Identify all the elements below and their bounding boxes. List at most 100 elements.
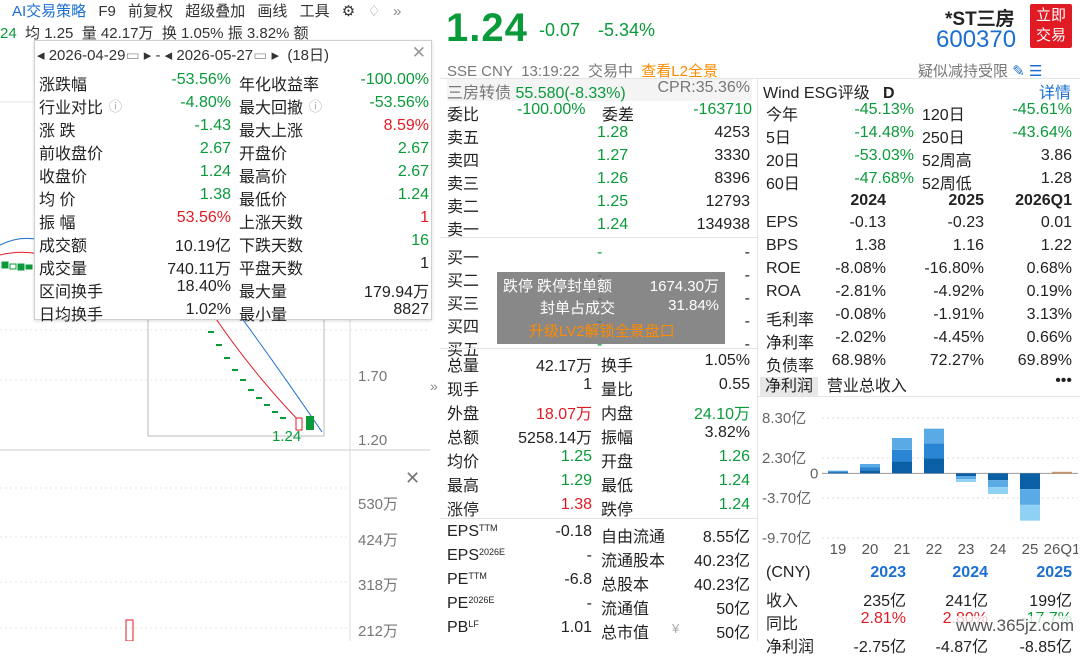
overlay-button[interactable]: 超级叠加 [185,3,245,20]
annual-value: 235亿 [863,593,906,610]
fund-label-sup: TTM [468,571,487,581]
stat-label: 开盘价 [239,146,288,163]
profit-bar [828,470,848,472]
fund-value: 40.23亿 [693,577,750,594]
close-volume-icon[interactable]: ✕ [405,468,420,489]
calendar-icon[interactable]: ▭ [125,47,139,64]
return-label: 60日 [766,176,800,193]
annual-label: 同比 [766,616,799,633]
help-icon[interactable]: ⓘ [309,96,322,115]
esg-detail-link[interactable]: 详情 [1039,79,1071,103]
profit-bar [892,449,912,462]
stat-label: 行业对比 [39,100,104,117]
ask-row[interactable]: 卖二 1.25 12793 [447,193,752,216]
profit-bar [956,473,976,477]
return-label: 52周高 [922,153,972,170]
level-volume: - [744,267,750,284]
trade-now-button[interactable]: 立即交易 [1030,4,1072,48]
fin-value: 3.13% [1026,306,1072,323]
next-end-arrow[interactable]: ▸ [271,47,279,64]
bar-x-label: 21 [894,541,911,558]
tools-button[interactable]: 工具 [300,3,330,20]
profit-bar [828,471,848,473]
fin-value: 68.98% [831,352,886,369]
ask-row[interactable]: 卖三 1.26 8396 [447,170,752,193]
range-stat-row: 成交额 10.19亿 下跌天数 16 [39,232,429,255]
fin-value: -1.91% [933,306,984,323]
draw-line-button[interactable]: 画线 [257,3,287,20]
bar-x-label: 24 [990,541,1007,558]
bell-icon[interactable]: ♢ [367,3,380,20]
level-label: 买二 [447,273,480,290]
stat-label: 涨跌幅 [39,77,88,94]
stat-value: 1.24 [718,496,750,513]
stat-value: -100.00% [360,71,430,88]
stat-value: 1.24 [397,186,429,203]
close-popup-icon[interactable]: ✕ [412,43,426,63]
prev-start-arrow[interactable]: ◂ [37,47,45,64]
profit-bar [892,461,912,474]
range-stat-row: 前收盘价 2.67 开盘价 2.67 [39,140,429,163]
stat-label: 最大回撤 [239,100,304,117]
tab-net-profit[interactable]: 净利润 [760,377,819,396]
ai-strategy-button[interactable]: AI交易策略 [12,3,86,20]
stat-label: 振幅 [601,430,634,447]
bar-x-label: 19 [830,541,847,558]
fund-label: 总股本 [601,577,650,594]
end-date[interactable]: 2026-05-27 [176,47,253,64]
gear-icon[interactable]: ⚙ [342,3,355,20]
annual-value: 241亿 [945,593,988,610]
annual-value: -2.75亿 [853,639,906,656]
profit-bar [1020,504,1040,521]
stat-value: 2.67 [199,140,231,157]
stat-value: 1.26 [718,448,750,465]
fund-label: 自由流通 [601,529,666,546]
stat-value: 1 [420,255,429,272]
fin-label: 毛利率 [766,312,815,329]
stat-value: 42.17万 [535,358,592,375]
stat-label: 下跌天数 [239,238,304,255]
convertible-bond-row[interactable]: 三房转债 55.580(-8.33%) CPR:35.36% [447,79,752,102]
bar-x-label: 25 [1022,541,1039,558]
stat-label: 最低价 [239,192,288,209]
stat-label: 涨停 [447,502,480,519]
fund-value: 40.23亿 [693,553,750,570]
fund-label: 流通股本 [601,553,666,570]
fund-label-main: EPS [447,523,480,540]
calendar-icon[interactable]: ▭ [253,47,267,64]
stat-label: 区间换手 [39,284,104,301]
level-volume: 12793 [705,193,751,210]
profit-bar [924,458,944,474]
profit-bar [1052,472,1072,473]
ask-row[interactable]: 卖一 1.24 134938 [447,216,752,239]
annual-year: 2024 [952,564,988,581]
fund-value: - [586,595,592,612]
stat-value: 2.67 [397,163,429,180]
level-label: 买三 [447,296,480,313]
collapse-arrow[interactable]: » [430,378,438,394]
fin-value: 1.38 [854,237,886,254]
tab-revenue[interactable]: 营业总收入 [827,378,907,395]
start-date[interactable]: 2026-04-29 [49,47,126,64]
profit-bar [1020,489,1040,505]
f9-button[interactable]: F9 [98,3,116,20]
prev-end-arrow[interactable]: ◂ [165,47,173,64]
return-label: 20日 [766,153,800,170]
fund-value: 8.55亿 [702,529,750,546]
ask-row[interactable]: 卖五 1.28 4253 [447,124,752,147]
level-volume: - [744,313,750,330]
help-icon[interactable]: ⓘ [109,96,122,115]
fin-value: -2.02% [835,329,886,346]
ask-row[interactable]: 卖四 1.27 3330 [447,147,752,170]
level-price: 1.28 [597,124,629,141]
next-start-arrow[interactable]: ▸ [144,47,152,64]
upgrade-lv2-link[interactable]: 升级LV2解锁全景盘口 [529,320,675,341]
bid-row[interactable]: 买一 - - [447,244,752,267]
level-volume: 4253 [714,124,750,141]
stat-value: 1.38 [560,496,592,513]
stat-label: 跌停 [601,502,634,519]
more-icon[interactable]: ••• [1055,372,1072,390]
bar-y-tick: -9.70亿 [762,530,811,547]
prev-adjust-button[interactable]: 前复权 [128,3,173,20]
double-chevron-icon[interactable]: » [393,3,401,20]
